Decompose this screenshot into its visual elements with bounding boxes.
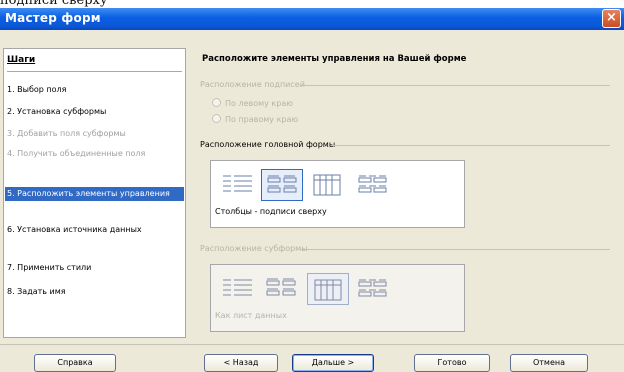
close-icon[interactable]: × [602, 9, 621, 28]
button-bar-divider [0, 344, 624, 345]
blocks-labels-above-icon [353, 273, 395, 305]
columns-labels-left-icon [217, 273, 259, 305]
subform-layout-caption: Как лист данных [215, 311, 287, 320]
radio-align-right: По правому краю [212, 114, 298, 124]
step-setup-subform[interactable]: 2. Установка субформы [7, 107, 182, 117]
datasheet-icon[interactable] [307, 169, 349, 201]
form-wizard-dialog: Мастер форм × Шаги 1. Выбор поля 2. Уста… [0, 8, 624, 372]
step-get-joined-fields: 4. Получить объединенные поля [7, 149, 146, 158]
finish-button[interactable]: Готово [414, 354, 490, 372]
radio-dot [212, 98, 221, 107]
group-divider [300, 249, 610, 250]
datasheet-icon [307, 273, 349, 305]
main-content: Расположите элементы управления на Вашей… [190, 48, 622, 338]
main-form-layout-picker: Столбцы - подписи сверху [210, 160, 465, 228]
cancel-button[interactable]: Отмена [510, 354, 588, 372]
radio-align-left-label: По левому краю [225, 99, 293, 108]
subform-group-title: Расположение субформы [200, 244, 308, 253]
step-select-fields[interactable]: 1. Выбор поля [7, 85, 182, 95]
step-arrange-controls[interactable]: 5. Расположить элементы управления [5, 187, 184, 201]
columns-labels-left-icon[interactable] [217, 169, 259, 201]
step-add-subform-fields: 3. Добавить поля субформы [7, 129, 126, 138]
radio-align-right-label: По правому краю [225, 115, 299, 124]
label-alignment-group-title: Расположение подписей [200, 80, 305, 89]
group-divider [300, 85, 610, 86]
steps-divider [7, 71, 182, 72]
blocks-labels-above-icon[interactable] [353, 169, 395, 201]
step-data-source[interactable]: 6. Установка источника данных [7, 225, 182, 235]
steps-panel: Шаги 1. Выбор поля 2. Установка субформы… [3, 48, 186, 338]
group-divider [332, 145, 610, 146]
radio-align-left: По левому краю [212, 98, 293, 108]
page-title: Расположите элементы управления на Вашей… [202, 54, 467, 64]
window-title: Мастер форм [5, 11, 101, 25]
columns-labels-top-icon[interactable] [261, 169, 303, 201]
step-set-name[interactable]: 8. Задать имя [7, 287, 182, 297]
columns-labels-top-icon [261, 273, 303, 305]
back-button[interactable]: < Назад [204, 354, 278, 372]
subform-layout-picker: Как лист данных [210, 264, 465, 332]
main-layout-caption: Столбцы - подписи сверху [215, 207, 327, 216]
step-apply-styles[interactable]: 7. Применить стили [7, 263, 182, 273]
next-button[interactable]: Дальше > [292, 354, 374, 372]
main-form-group-title: Расположение головной формы [200, 140, 336, 149]
title-bar[interactable]: Мастер форм × [0, 8, 624, 30]
help-button[interactable]: Справка [34, 354, 116, 372]
radio-dot [212, 114, 221, 123]
partial-caption-text: подписи сверху [0, 0, 108, 8]
steps-title: Шаги [7, 55, 36, 65]
